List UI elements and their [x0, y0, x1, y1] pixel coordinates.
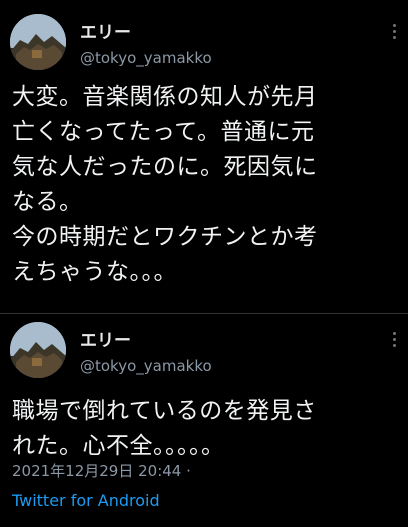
- tweet-2[interactable]: エリー @tokyo_yamakko 職場で倒れているのを発見さ れた。心不全。…: [0, 314, 408, 527]
- more-options-icon[interactable]: [390, 332, 398, 350]
- user-handle[interactable]: @tokyo_yamakko: [80, 49, 212, 67]
- avatar[interactable]: [10, 322, 66, 378]
- avatar-image: [10, 322, 66, 378]
- tweet-text: 職場で倒れているのを発見さ れた。心不全。。。。。: [12, 398, 317, 459]
- tweet-text: 大変。音楽関係の知人が先月 亡くなってたって。普通に元 気な人だったのに。死因気…: [12, 84, 318, 285]
- tweet-1[interactable]: エリー @tokyo_yamakko 大変。音楽関係の知人が先月 亡くなってたっ…: [0, 0, 408, 314]
- more-options-icon[interactable]: [390, 24, 398, 42]
- display-name[interactable]: エリー: [80, 18, 131, 43]
- tweet-source-link[interactable]: Twitter for Android: [12, 491, 160, 510]
- avatar[interactable]: [10, 14, 66, 70]
- avatar-image: [10, 14, 66, 70]
- display-name[interactable]: エリー: [80, 326, 131, 351]
- user-handle[interactable]: @tokyo_yamakko: [80, 357, 212, 375]
- tweet-timestamp[interactable]: 2021年12月29日 20:44 ·: [12, 460, 191, 481]
